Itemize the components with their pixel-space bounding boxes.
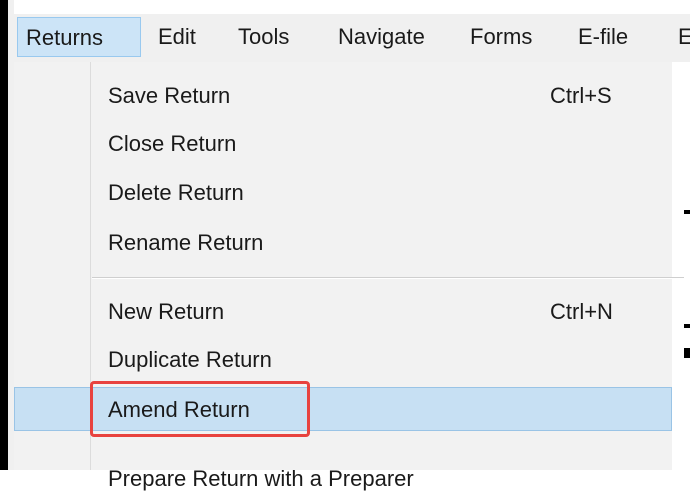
menu-item-close-return[interactable]: Close Return — [14, 122, 672, 166]
menu-item-label: Close Return — [108, 131, 237, 156]
annotation-highlight-box — [90, 381, 310, 437]
menu-truncated[interactable]: E — [670, 17, 690, 57]
menu-item-shortcut: Ctrl+N — [550, 299, 613, 324]
menu-item-label: Delete Return — [108, 180, 244, 205]
menu-item-save-return[interactable]: Save Return Ctrl+S — [14, 74, 672, 118]
menu-tools[interactable]: Tools — [230, 17, 297, 57]
background-line — [684, 324, 690, 328]
menu-returns[interactable]: Returns — [17, 17, 141, 57]
menu-edit[interactable]: Edit — [150, 17, 204, 57]
menu-item-label: Duplicate Return — [108, 347, 272, 372]
window-frame-edge — [0, 0, 8, 470]
menu-item-duplicate-return[interactable]: Duplicate Return — [14, 338, 672, 382]
menu-item-delete-return[interactable]: Delete Return — [14, 171, 672, 215]
menu-item-shortcut: Ctrl+S — [550, 83, 612, 108]
background-line — [684, 210, 690, 214]
menu-bar: Returns Edit Tools Navigate Forms E-file… — [14, 14, 690, 62]
menu-item-label: Save Return — [108, 83, 231, 108]
background-mark — [684, 348, 690, 358]
menu-separator-highlight — [92, 278, 684, 279]
menu-item-prepare-return[interactable]: Prepare Return with a Preparer — [14, 448, 672, 492]
menu-item-new-return[interactable]: New Return Ctrl+N — [14, 290, 672, 334]
menu-item-label: New Return — [108, 299, 225, 324]
menu-efile[interactable]: E-file — [570, 17, 636, 57]
background-window-edge — [672, 62, 690, 470]
menu-forms[interactable]: Forms — [462, 17, 540, 57]
menu-item-label: Rename Return — [108, 230, 264, 255]
menu-navigate[interactable]: Navigate — [330, 17, 433, 57]
menu-item-label: Prepare Return with a Preparer — [108, 466, 414, 491]
menu-item-rename-return[interactable]: Rename Return — [14, 221, 672, 265]
